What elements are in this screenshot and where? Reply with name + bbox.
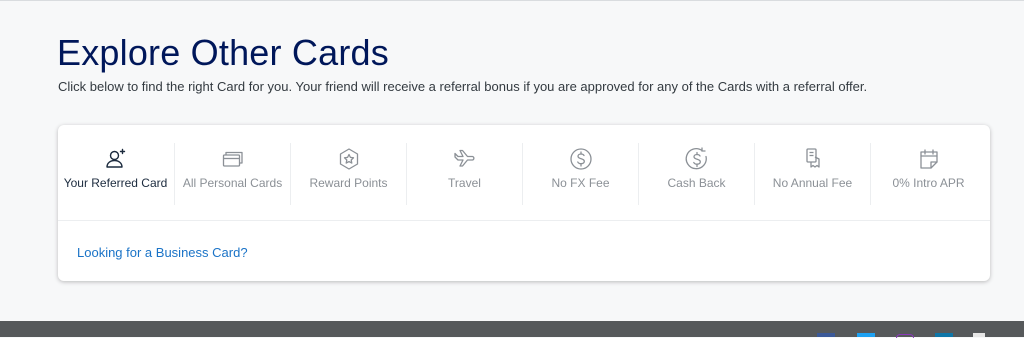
tab-label: Your Referred Card	[63, 176, 168, 190]
tab-label: Reward Points	[309, 176, 388, 190]
top-divider	[0, 0, 1024, 1]
facebook-icon[interactable]	[817, 333, 835, 337]
tab-label: Cash Back	[667, 176, 726, 190]
tab-all-personal-cards[interactable]: All Personal Cards	[174, 143, 290, 205]
tab-reward-points[interactable]: Reward Points	[290, 143, 406, 205]
page-footer	[0, 321, 1024, 338]
instagram-icon[interactable]	[896, 334, 914, 338]
tab-your-referred-card[interactable]: Your Referred Card	[58, 143, 173, 205]
youtube-icon[interactable]	[973, 333, 985, 337]
airplane-icon	[453, 147, 477, 171]
card-category-tabs: Your Referred Card All Personal Cards Re…	[58, 125, 990, 221]
tab-travel[interactable]: Travel	[406, 143, 522, 205]
page-subtitle: Click below to find the right Card for y…	[58, 79, 868, 94]
cards-stack-icon	[221, 147, 245, 171]
dollar-circle-icon	[569, 147, 593, 171]
tab-cash-back[interactable]: Cash Back	[638, 143, 754, 205]
tab-label: Travel	[448, 176, 481, 190]
tab-label: No FX Fee	[551, 176, 610, 190]
card-filter-panel: Your Referred Card All Personal Cards Re…	[58, 125, 990, 281]
no-fee-icon	[801, 147, 825, 171]
tab-no-annual-fee[interactable]: No Annual Fee	[754, 143, 870, 205]
calendar-icon	[917, 147, 941, 171]
page-title: Explore Other Cards	[57, 32, 389, 73]
tab-no-fx-fee[interactable]: No FX Fee	[522, 143, 638, 205]
star-badge-icon	[337, 147, 361, 171]
linkedin-icon[interactable]	[935, 333, 953, 337]
user-star-icon	[104, 147, 128, 171]
tab-label: No Annual Fee	[772, 176, 853, 190]
tab-0-intro-apr[interactable]: 0% Intro APR	[870, 143, 986, 205]
business-card-link[interactable]: Looking for a Business Card?	[77, 245, 248, 260]
tab-label: All Personal Cards	[182, 176, 283, 190]
tab-label: 0% Intro APR	[892, 176, 965, 190]
twitter-icon[interactable]	[857, 333, 875, 337]
cash-back-icon	[685, 147, 709, 171]
